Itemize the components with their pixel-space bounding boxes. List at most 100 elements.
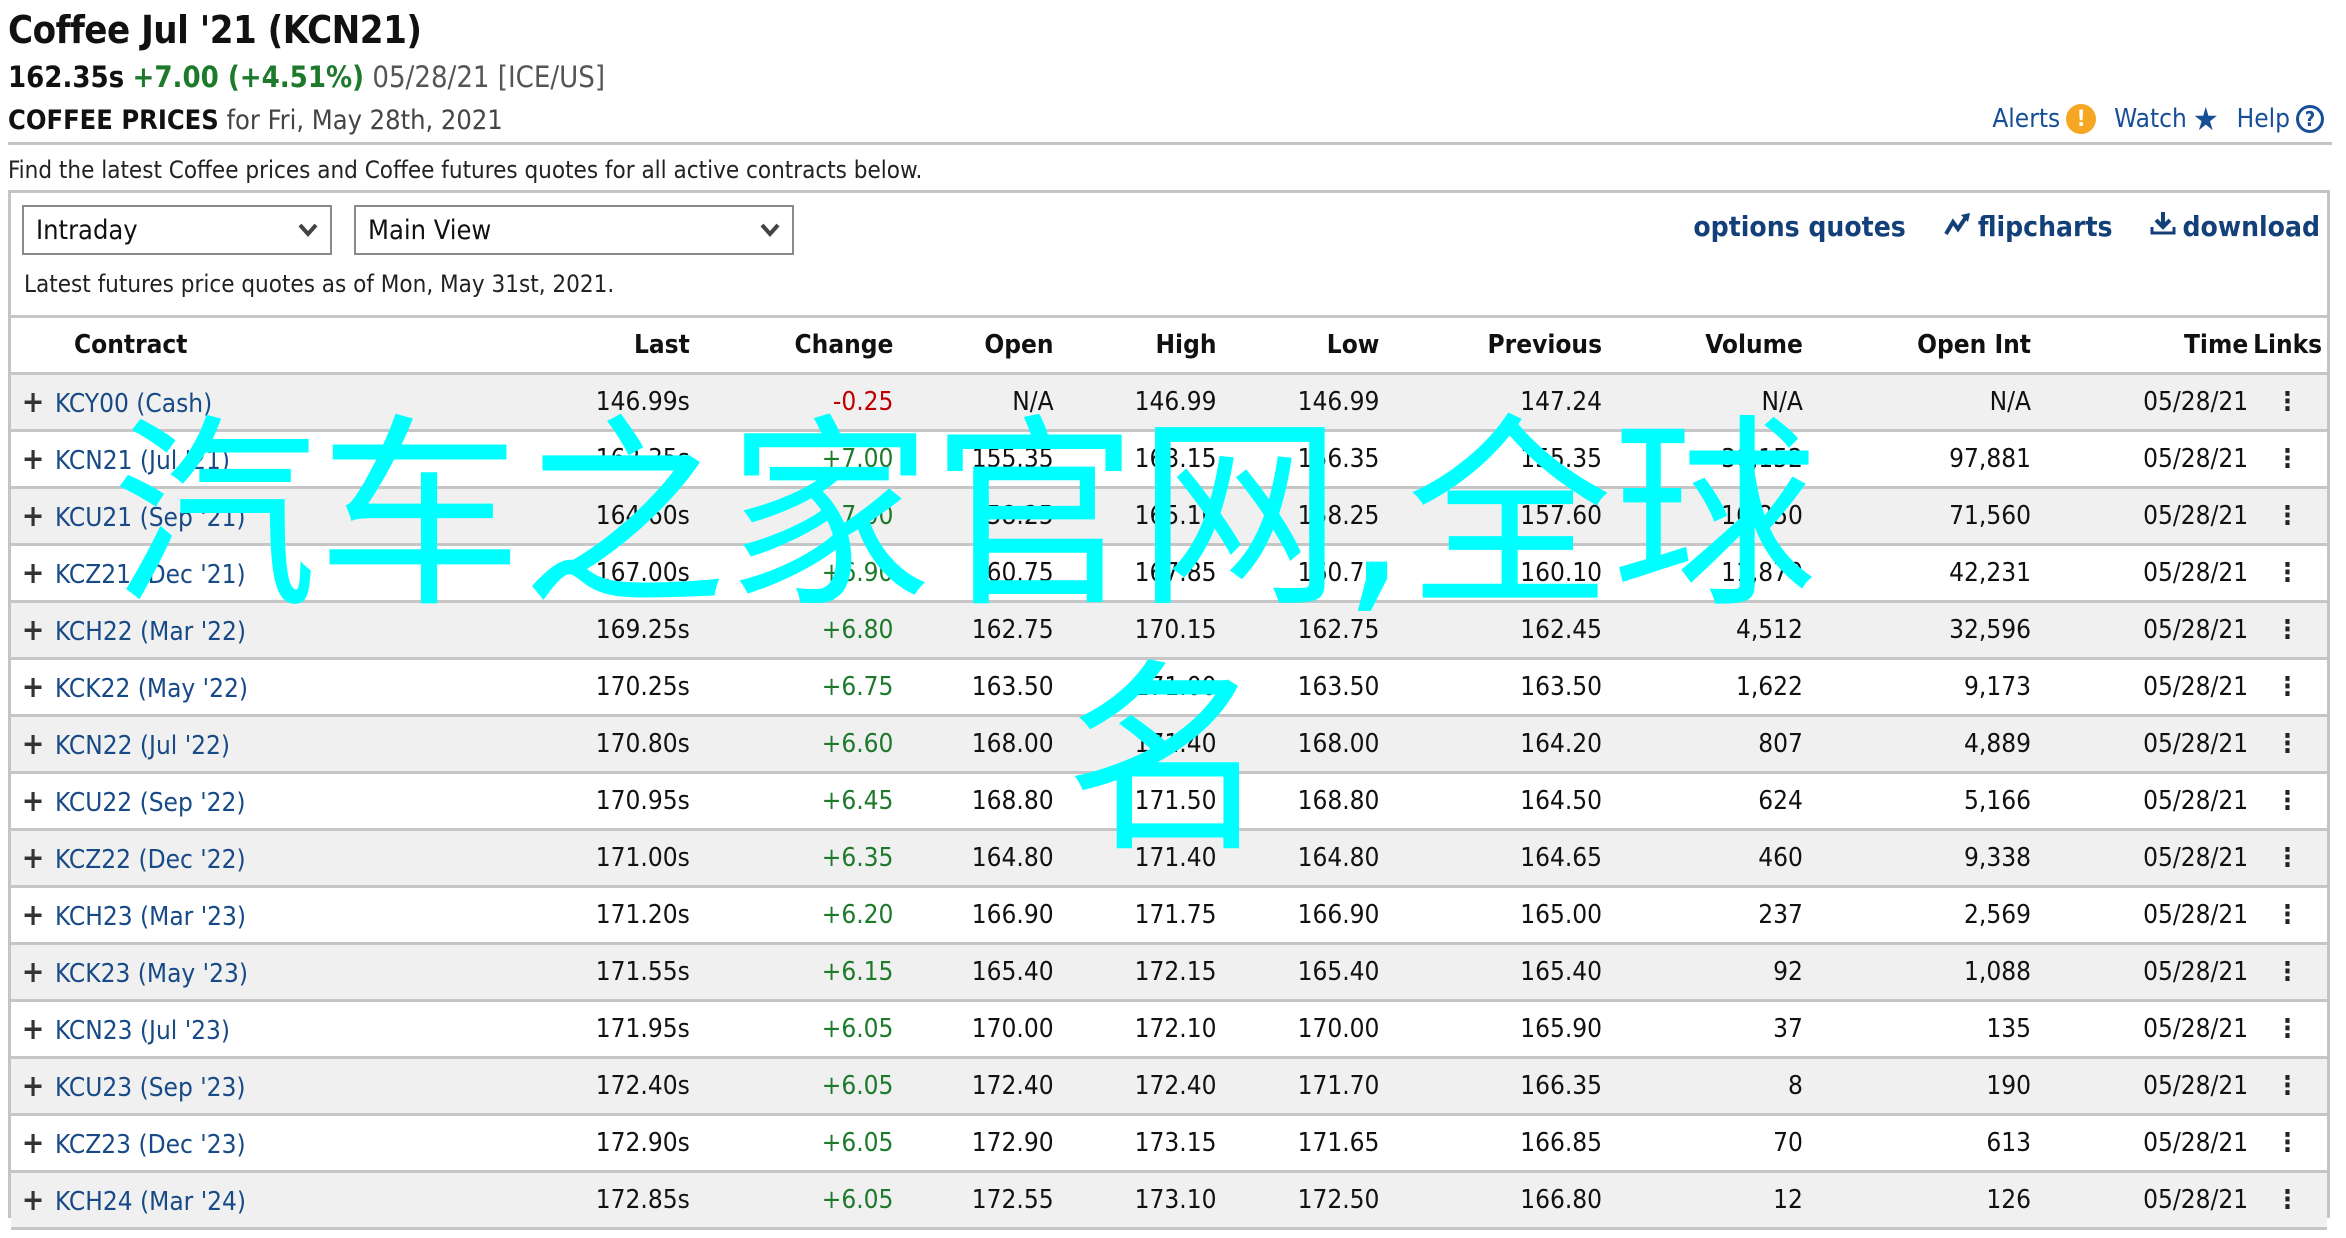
more-options-icon[interactable]: ⋮ [2276, 843, 2299, 873]
cell-previous: 147.24 [1379, 372, 1603, 431]
expand-plus-icon[interactable]: + [11, 784, 55, 819]
table-row: + KCU22 (Sep '22) 170.95s +6.45 168.80 171.50… [11, 771, 2327, 830]
expand-plus-icon[interactable]: + [11, 1069, 55, 1104]
expand-plus-icon[interactable]: + [11, 898, 55, 933]
expand-plus-icon[interactable]: + [11, 841, 55, 876]
more-options-icon[interactable]: ⋮ [2276, 558, 2299, 588]
cell-low: 165.40 [1216, 942, 1380, 1001]
table-row: + KCN21 (Jul '21) 162.35s +7.00 155.35 163.15… [11, 429, 2327, 488]
expand-plus-icon[interactable]: + [11, 1012, 55, 1047]
col-header-open[interactable]: Open [893, 315, 1054, 374]
more-options-icon[interactable]: ⋮ [2276, 501, 2299, 531]
more-options-icon[interactable]: ⋮ [2276, 1185, 2299, 1215]
cell-volume: 30,152 [1602, 429, 1803, 488]
download-link[interactable]: download [2150, 210, 2320, 243]
more-options-icon[interactable]: ⋮ [2276, 1071, 2299, 1101]
cell-open: 163.50 [893, 657, 1054, 716]
alerts-link[interactable]: Alerts ! [1992, 104, 2097, 134]
flipcharts-link[interactable]: flipcharts [1944, 210, 2112, 243]
expand-plus-icon[interactable]: + [11, 442, 55, 477]
contract-link[interactable]: KCH24 (Mar '24) [55, 1187, 246, 1217]
more-options-icon[interactable]: ⋮ [2276, 672, 2299, 702]
more-options-icon[interactable]: ⋮ [2276, 1128, 2299, 1158]
contract-link[interactable]: KCZ22 (Dec '22) [55, 845, 246, 875]
more-options-icon[interactable]: ⋮ [2276, 387, 2299, 417]
more-options-icon[interactable]: ⋮ [2276, 1014, 2299, 1044]
cell-links: ⋮ [2248, 543, 2327, 602]
col-header-change[interactable]: Change [689, 315, 894, 374]
view-select[interactable]: Main View [354, 205, 794, 255]
col-header-high[interactable]: High [1053, 315, 1217, 374]
intro-text: Find the latest Coffee prices and Coffee… [8, 156, 923, 184]
cell-high: 163.15 [1053, 429, 1217, 488]
contract-link[interactable]: KCN23 (Jul '23) [55, 1016, 230, 1046]
cell-contract: + KCH22 (Mar '22) [11, 600, 459, 659]
expand-plus-icon[interactable]: + [11, 1183, 55, 1218]
contract-link[interactable]: KCU21 (Sep '21) [55, 503, 246, 533]
help-link[interactable]: Help ? [2237, 104, 2324, 134]
col-header-time[interactable]: Time [2030, 315, 2249, 374]
cell-open: 172.40 [893, 1056, 1054, 1115]
table-row: + KCK23 (May '23) 171.55s +6.15 165.40 172.15… [11, 942, 2327, 1001]
col-header-open-int[interactable]: Open Int [1802, 315, 2031, 374]
col-header-volume[interactable]: Volume [1602, 315, 1803, 374]
cell-low: 160.70 [1216, 543, 1380, 602]
contract-link[interactable]: KCH23 (Mar '23) [55, 902, 246, 932]
help-label: Help [2236, 104, 2290, 134]
col-header-previous[interactable]: Previous [1379, 315, 1603, 374]
col-header-low[interactable]: Low [1216, 315, 1380, 374]
more-options-icon[interactable]: ⋮ [2276, 615, 2299, 645]
cell-change: +7.00 [689, 429, 894, 488]
contract-link[interactable]: KCN22 (Jul '22) [55, 731, 230, 761]
cell-links: ⋮ [2248, 1056, 2327, 1115]
contract-link[interactable]: KCZ21 (Dec '21) [55, 560, 246, 590]
cell-links: ⋮ [2248, 942, 2327, 1001]
cell-previous: 166.35 [1379, 1056, 1603, 1115]
expand-plus-icon[interactable]: + [11, 670, 55, 705]
watch-link[interactable]: Watch ★ [2114, 100, 2218, 138]
range-select[interactable]: Intraday [22, 205, 332, 255]
cell-previous: 164.65 [1379, 828, 1603, 887]
contract-link[interactable]: KCU23 (Sep '23) [55, 1073, 246, 1103]
table-body: + KCY00 (Cash) 146.99s -0.25 N/A 146.99 146.99… [11, 372, 2327, 1230]
expand-plus-icon[interactable]: + [11, 556, 55, 591]
expand-plus-icon[interactable]: + [11, 955, 55, 990]
quotes-table: Contract Last Change Open High Low Previ… [11, 315, 2327, 1230]
col-header-contract[interactable]: Contract [11, 315, 459, 374]
cell-change: +6.05 [689, 999, 894, 1058]
contract-link[interactable]: KCK22 (May '22) [55, 674, 248, 704]
trend-chart-icon [1944, 210, 1972, 243]
more-options-icon[interactable]: ⋮ [2276, 900, 2299, 930]
cell-contract: + KCH23 (Mar '23) [11, 885, 459, 944]
more-options-icon[interactable]: ⋮ [2276, 444, 2299, 474]
contract-link[interactable]: KCU22 (Sep '22) [55, 788, 246, 818]
cell-links: ⋮ [2248, 1113, 2327, 1172]
contract-link[interactable]: KCH22 (Mar '22) [55, 617, 246, 647]
col-header-last[interactable]: Last [458, 315, 690, 374]
cell-previous: 155.35 [1379, 429, 1603, 488]
expand-plus-icon[interactable]: + [11, 613, 55, 648]
cell-low: 146.99 [1216, 372, 1380, 431]
contract-link[interactable]: KCZ23 (Dec '23) [55, 1130, 246, 1160]
contract-link[interactable]: KCK23 (May '23) [55, 959, 248, 989]
range-select-value: Intraday [36, 214, 138, 246]
contract-link[interactable]: KCY00 (Cash) [55, 389, 212, 419]
cell-high: 171.40 [1053, 714, 1217, 773]
cell-last: 146.99s [458, 372, 690, 431]
expand-plus-icon[interactable]: + [11, 1126, 55, 1161]
cell-last: 172.90s [458, 1113, 690, 1172]
cell-links: ⋮ [2248, 828, 2327, 887]
more-options-icon[interactable]: ⋮ [2276, 957, 2299, 987]
more-options-icon[interactable]: ⋮ [2276, 786, 2299, 816]
expand-plus-icon[interactable]: + [11, 727, 55, 762]
cell-links: ⋮ [2248, 885, 2327, 944]
table-row: + KCZ21 (Dec '21) 167.00s +6.90 160.75 167.85… [11, 543, 2327, 602]
expand-plus-icon[interactable]: + [11, 385, 55, 420]
expand-plus-icon[interactable]: + [11, 499, 55, 534]
options-quotes-link[interactable]: options quotes [1693, 210, 1905, 243]
more-options-icon[interactable]: ⋮ [2276, 729, 2299, 759]
table-row: + KCH24 (Mar '24) 172.85s +6.05 172.55 173.10… [11, 1170, 2327, 1230]
cell-volume: 1,622 [1602, 657, 1803, 716]
contract-link[interactable]: KCN21 (Jul '21) [55, 446, 230, 476]
cell-open-int: 9,338 [1802, 828, 2031, 887]
